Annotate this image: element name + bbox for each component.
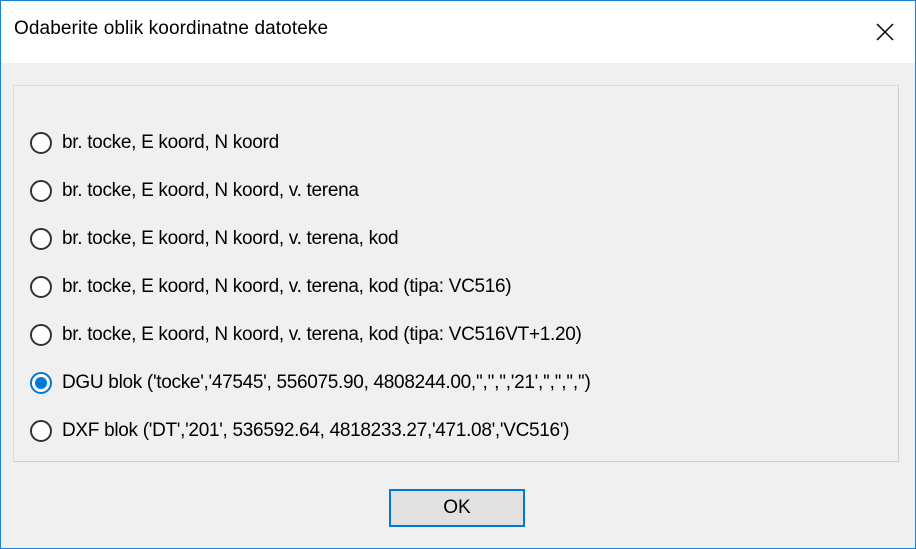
format-options-group: br. tocke, E koord, N koord br. tocke, E…	[13, 85, 899, 462]
close-icon	[875, 22, 895, 42]
option-label: DXF blok ('DT','201', 536592.64, 4818233…	[62, 420, 570, 441]
radio-button[interactable]	[30, 180, 52, 202]
option-3[interactable]: br. tocke, E koord, N koord, v. terena, …	[30, 263, 591, 311]
option-4[interactable]: br. tocke, E koord, N koord, v. terena, …	[30, 311, 591, 359]
close-button[interactable]	[855, 1, 915, 63]
radio-button[interactable]	[30, 420, 52, 442]
dialog-window: Odaberite oblik koordinatne datoteke br.…	[0, 0, 916, 549]
radio-button[interactable]	[30, 276, 52, 298]
option-5[interactable]: DGU blok ('tocke','47545', 556075.90, 48…	[30, 359, 591, 407]
option-label: br. tocke, E koord, N koord, v. terena	[62, 180, 359, 201]
option-0[interactable]: br. tocke, E koord, N koord	[30, 119, 591, 167]
ok-button-label: OK	[443, 497, 471, 518]
dialog-title: Odaberite oblik koordinatne datoteke	[14, 18, 329, 39]
radio-button[interactable]	[30, 132, 52, 154]
format-options-list: br. tocke, E koord, N koord br. tocke, E…	[30, 119, 591, 455]
option-2[interactable]: br. tocke, E koord, N koord, v. terena, …	[30, 215, 591, 263]
radio-button[interactable]	[30, 228, 52, 250]
option-label: DGU blok ('tocke','47545', 556075.90, 48…	[62, 372, 591, 393]
radio-button-selected[interactable]	[30, 372, 52, 394]
option-label: br. tocke, E koord, N koord, v. terena, …	[62, 276, 512, 297]
option-6[interactable]: DXF blok ('DT','201', 536592.64, 4818233…	[30, 407, 591, 455]
ok-button[interactable]: OK	[389, 489, 525, 527]
option-label: br. tocke, E koord, N koord, v. terena, …	[62, 324, 582, 345]
radio-button[interactable]	[30, 324, 52, 346]
option-label: br. tocke, E koord, N koord	[62, 132, 279, 153]
title-bar[interactable]: Odaberite oblik koordinatne datoteke	[1, 1, 915, 63]
option-label: br. tocke, E koord, N koord, v. terena, …	[62, 228, 399, 249]
option-1[interactable]: br. tocke, E koord, N koord, v. terena	[30, 167, 591, 215]
